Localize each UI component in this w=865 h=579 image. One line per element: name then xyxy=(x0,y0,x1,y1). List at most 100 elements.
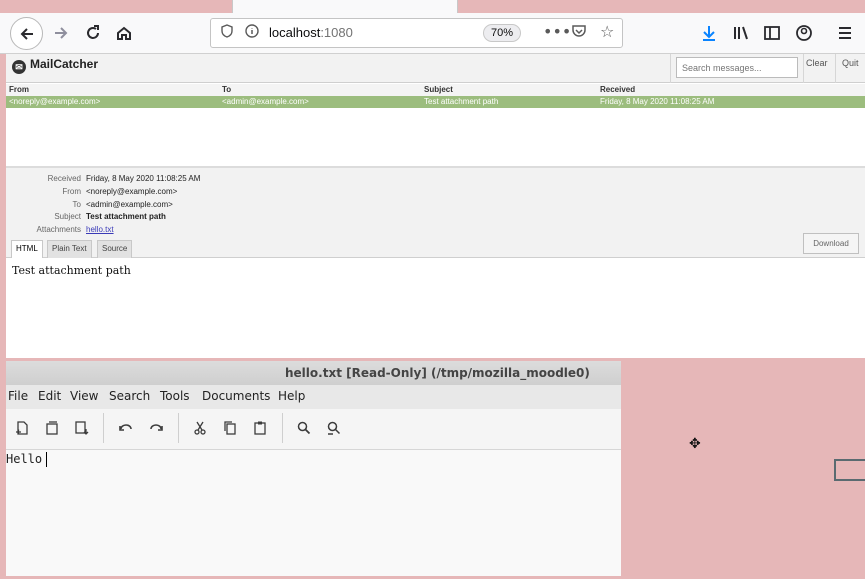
redo-button[interactable] xyxy=(144,413,168,443)
column-header-from[interactable]: From xyxy=(9,85,29,94)
meta-to: To <admin@example.com> xyxy=(6,200,406,212)
bookmark-star-icon[interactable]: ☆ xyxy=(600,22,614,41)
menu-search[interactable]: Search xyxy=(109,389,150,403)
menu-file[interactable]: File xyxy=(8,389,28,403)
meta-value: Friday, 8 May 2020 11:08:25 AM xyxy=(86,174,201,183)
mailcatcher-logo[interactable]: ✉ MailCatcher xyxy=(12,57,98,74)
sidebar-button[interactable] xyxy=(757,19,787,47)
open-icon xyxy=(46,421,58,435)
meta-value: <noreply@example.com> xyxy=(86,187,178,196)
meta-label: Subject xyxy=(54,212,81,221)
search-input[interactable] xyxy=(676,57,798,78)
menu-tools[interactable]: Tools xyxy=(160,389,190,403)
header-divider xyxy=(835,54,836,83)
toolbar-separator xyxy=(178,413,179,443)
find-replace-button[interactable] xyxy=(322,413,346,443)
menu-edit[interactable]: Edit xyxy=(38,389,61,403)
editor-content: Hello xyxy=(6,452,43,466)
url-host: localhost xyxy=(269,25,321,40)
mailcatcher-logo-icon: ✉ xyxy=(12,60,26,74)
tab-source[interactable]: Source xyxy=(97,240,133,258)
sidebar-icon xyxy=(764,26,780,40)
open-button[interactable] xyxy=(40,413,64,443)
download-arrow-icon xyxy=(703,26,715,41)
tab-plain-text[interactable]: Plain Text xyxy=(47,240,92,258)
save-icon xyxy=(75,421,89,435)
menu-help[interactable]: Help xyxy=(278,389,305,403)
header-divider xyxy=(803,54,804,83)
browser-toolbar: localhost:1080 70% ••• ☆ xyxy=(0,13,865,54)
reload-icon xyxy=(87,25,99,39)
hamburger-icon xyxy=(839,27,851,39)
message-from: <noreply@example.com> xyxy=(9,97,101,106)
message-to: <admin@example.com> xyxy=(222,97,309,106)
back-arrow-icon xyxy=(20,27,33,40)
message-body-text: Test attachment path xyxy=(12,264,131,277)
downloads-button[interactable] xyxy=(694,19,724,47)
save-button[interactable] xyxy=(70,413,94,443)
info-icon[interactable] xyxy=(245,24,259,42)
tab-html[interactable]: HTML xyxy=(11,240,43,258)
page-actions-icon[interactable]: ••• xyxy=(543,22,571,41)
undo-button[interactable] xyxy=(114,413,138,443)
menu-button[interactable] xyxy=(830,19,860,47)
zoom-indicator[interactable]: 70% xyxy=(483,24,521,42)
toolbar-separator xyxy=(103,413,104,443)
search-replace-icon xyxy=(327,421,341,435)
meta-received: Received Friday, 8 May 2020 11:08:25 AM xyxy=(6,174,406,186)
editor-area[interactable]: Hello xyxy=(6,449,621,576)
quit-button[interactable]: Quit xyxy=(842,58,859,68)
back-button[interactable] xyxy=(10,17,43,50)
copy-icon xyxy=(224,421,236,435)
forward-button[interactable] xyxy=(46,19,76,47)
url-text: localhost:1080 xyxy=(269,25,353,40)
message-subject: Test attachment path xyxy=(424,97,499,106)
column-header-to[interactable]: To xyxy=(222,85,231,94)
table-row[interactable]: <noreply@example.com> <admin@example.com… xyxy=(6,96,865,108)
copy-button[interactable] xyxy=(218,413,242,443)
forward-arrow-icon xyxy=(55,27,68,39)
mailcatcher-header: ✉ MailCatcher Clear Quit xyxy=(6,54,865,83)
text-editor-window: hello.txt [Read-Only] (/tmp/mozilla_mood… xyxy=(6,361,621,576)
meta-attachments: Attachments hello.txt xyxy=(6,225,406,237)
cut-button[interactable] xyxy=(188,413,212,443)
new-document-button[interactable] xyxy=(10,413,34,443)
desktop-window-fragment xyxy=(834,459,865,481)
mailcatcher-page: ✉ MailCatcher Clear Quit From To Subject … xyxy=(6,54,865,358)
toolbar-separator xyxy=(282,413,283,443)
active-tab[interactable] xyxy=(232,0,458,13)
find-button[interactable] xyxy=(292,413,316,443)
clear-button[interactable]: Clear xyxy=(806,58,828,68)
message-received: Friday, 8 May 2020 11:08:25 AM xyxy=(600,97,715,106)
meta-label: From xyxy=(62,187,81,196)
message-table-header: From To Subject Received xyxy=(6,84,865,96)
meta-label: Received xyxy=(47,174,81,183)
mailcatcher-title: MailCatcher xyxy=(30,57,99,71)
new-document-icon xyxy=(16,421,28,435)
meta-subject: Subject Test attachment path xyxy=(6,212,406,224)
meta-label: Attachments xyxy=(36,225,81,234)
account-button[interactable] xyxy=(789,19,819,47)
home-button[interactable] xyxy=(109,19,139,47)
column-header-subject[interactable]: Subject xyxy=(424,85,453,94)
menu-view[interactable]: View xyxy=(70,389,98,403)
home-icon xyxy=(117,26,131,40)
attachment-link[interactable]: hello.txt xyxy=(86,225,114,234)
paste-button[interactable] xyxy=(248,413,272,443)
pocket-icon[interactable] xyxy=(571,24,587,42)
meta-from: From <noreply@example.com> xyxy=(6,187,406,199)
download-button[interactable]: Download xyxy=(803,233,859,254)
meta-value: Test attachment path xyxy=(86,212,166,221)
meta-value: <admin@example.com> xyxy=(86,200,173,209)
text-cursor xyxy=(46,452,47,467)
menu-documents[interactable]: Documents xyxy=(202,389,270,403)
column-header-received[interactable]: Received xyxy=(600,85,635,94)
header-divider xyxy=(670,54,671,83)
url-bar[interactable]: localhost:1080 70% ••• ☆ xyxy=(210,18,623,48)
library-button[interactable] xyxy=(726,19,756,47)
tracking-shield-icon[interactable] xyxy=(221,24,233,42)
window-titlebar[interactable]: hello.txt [Read-Only] (/tmp/mozilla_mood… xyxy=(6,361,621,385)
reload-button[interactable] xyxy=(78,19,108,47)
undo-icon xyxy=(119,424,132,431)
scissors-icon xyxy=(194,421,206,435)
